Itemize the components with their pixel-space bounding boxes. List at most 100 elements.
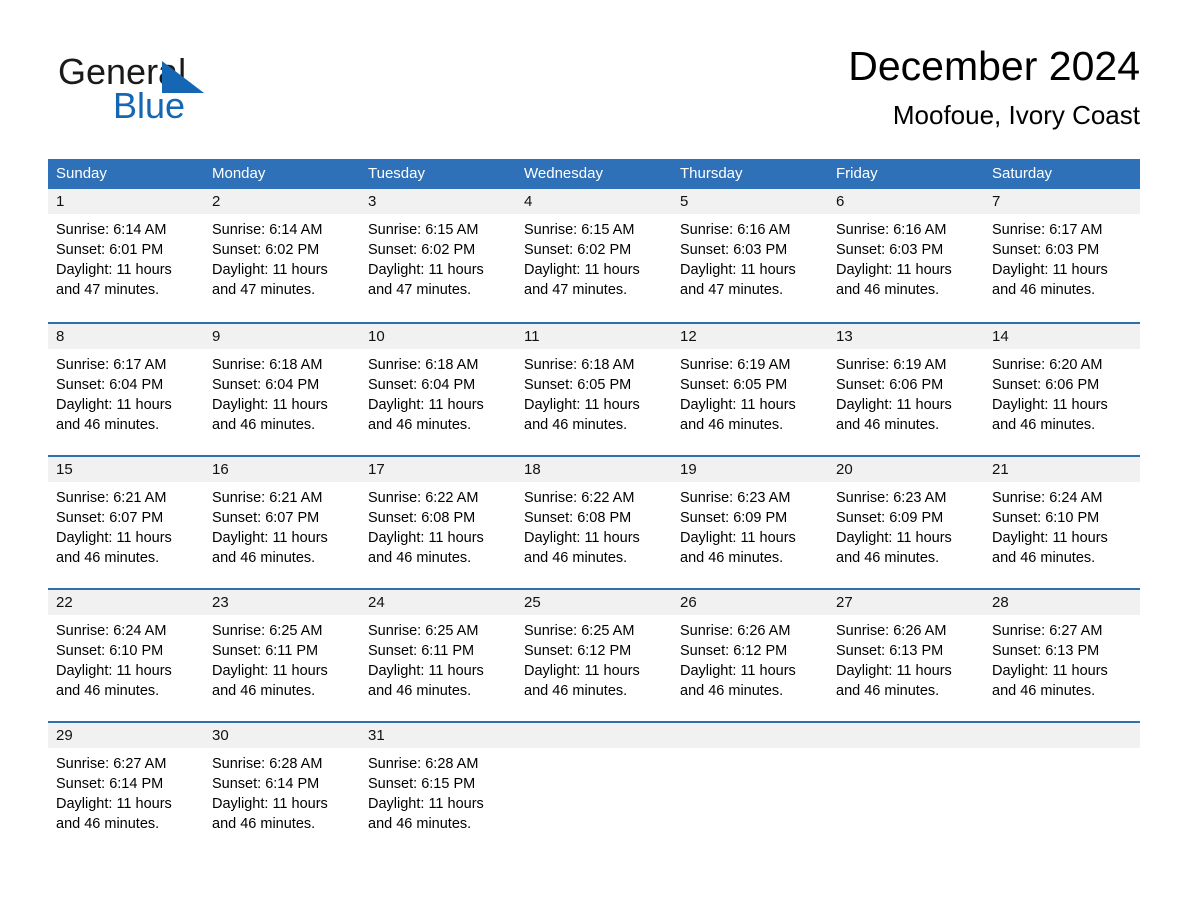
day-cell[interactable]: 13 Sunrise: 6:19 AM Sunset: 6:06 PM Dayl… bbox=[828, 324, 984, 455]
day-cell[interactable]: 15 Sunrise: 6:21 AM Sunset: 6:07 PM Dayl… bbox=[48, 457, 204, 588]
daylight-text-line2: and 46 minutes. bbox=[680, 683, 784, 699]
day-number: 9 bbox=[212, 328, 221, 345]
sunrise-text: Sunrise: 6:21 AM bbox=[212, 490, 323, 506]
daylight-text-line2: and 46 minutes. bbox=[836, 417, 940, 433]
day-number: 22 bbox=[56, 594, 73, 611]
sunrise-text: Sunrise: 6:26 AM bbox=[836, 623, 947, 639]
sunrise-text: Sunrise: 6:21 AM bbox=[56, 490, 167, 506]
weekday-header-monday: Monday bbox=[212, 165, 266, 182]
daylight-text-line2: and 46 minutes. bbox=[56, 816, 160, 832]
day-cell[interactable]: 1 Sunrise: 6:14 AM Sunset: 6:01 PM Dayli… bbox=[48, 189, 204, 322]
daylight-text-line1: Daylight: 11 hours bbox=[368, 796, 484, 812]
day-cell[interactable]: 29 Sunrise: 6:27 AM Sunset: 6:14 PM Dayl… bbox=[48, 723, 204, 836]
day-cell[interactable]: 22 Sunrise: 6:24 AM Sunset: 6:10 PM Dayl… bbox=[48, 590, 204, 721]
day-number-band: 19 bbox=[672, 457, 828, 482]
day-details: Sunrise: 6:27 AM Sunset: 6:13 PM Dayligh… bbox=[984, 615, 1140, 701]
daylight-text-line2: and 47 minutes. bbox=[212, 282, 316, 298]
daylight-text-line1: Daylight: 11 hours bbox=[368, 530, 484, 546]
day-number: 25 bbox=[524, 594, 541, 611]
week-row: 29 Sunrise: 6:27 AM Sunset: 6:14 PM Dayl… bbox=[48, 721, 1140, 836]
day-cell[interactable]: 7 Sunrise: 6:17 AM Sunset: 6:03 PM Dayli… bbox=[984, 189, 1140, 322]
day-details: Sunrise: 6:17 AM Sunset: 6:03 PM Dayligh… bbox=[984, 214, 1140, 300]
sunset-text: Sunset: 6:02 PM bbox=[368, 242, 476, 258]
day-cell[interactable]: 14 Sunrise: 6:20 AM Sunset: 6:06 PM Dayl… bbox=[984, 324, 1140, 455]
day-number: 18 bbox=[524, 461, 541, 478]
day-details: Sunrise: 6:27 AM Sunset: 6:14 PM Dayligh… bbox=[48, 748, 204, 834]
sunrise-text: Sunrise: 6:15 AM bbox=[368, 222, 479, 238]
day-number-band: 2 bbox=[204, 189, 360, 214]
day-cell[interactable]: 8 Sunrise: 6:17 AM Sunset: 6:04 PM Dayli… bbox=[48, 324, 204, 455]
day-cell[interactable]: 31 Sunrise: 6:28 AM Sunset: 6:15 PM Dayl… bbox=[360, 723, 516, 836]
day-cell[interactable]: 6 Sunrise: 6:16 AM Sunset: 6:03 PM Dayli… bbox=[828, 189, 984, 322]
daylight-text-line1: Daylight: 11 hours bbox=[680, 530, 796, 546]
day-number-band: 3 bbox=[360, 189, 516, 214]
day-cell[interactable]: 9 Sunrise: 6:18 AM Sunset: 6:04 PM Dayli… bbox=[204, 324, 360, 455]
day-cell[interactable]: 18 Sunrise: 6:22 AM Sunset: 6:08 PM Dayl… bbox=[516, 457, 672, 588]
sunrise-text: Sunrise: 6:22 AM bbox=[524, 490, 635, 506]
sunrise-text: Sunrise: 6:18 AM bbox=[212, 357, 323, 373]
daylight-text-line2: and 46 minutes. bbox=[56, 683, 160, 699]
daylight-text-line1: Daylight: 11 hours bbox=[368, 262, 484, 278]
day-cell[interactable]: 10 Sunrise: 6:18 AM Sunset: 6:04 PM Dayl… bbox=[360, 324, 516, 455]
day-details: Sunrise: 6:26 AM Sunset: 6:13 PM Dayligh… bbox=[828, 615, 984, 701]
sunrise-text: Sunrise: 6:25 AM bbox=[368, 623, 479, 639]
daylight-text-line1: Daylight: 11 hours bbox=[56, 530, 172, 546]
sunrise-text: Sunrise: 6:18 AM bbox=[368, 357, 479, 373]
daylight-text-line1: Daylight: 11 hours bbox=[836, 397, 952, 413]
day-number-band: 21 bbox=[984, 457, 1140, 482]
daylight-text-line1: Daylight: 11 hours bbox=[524, 663, 640, 679]
daylight-text-line1: Daylight: 11 hours bbox=[212, 262, 328, 278]
day-details: Sunrise: 6:26 AM Sunset: 6:12 PM Dayligh… bbox=[672, 615, 828, 701]
day-cell[interactable]: 23 Sunrise: 6:25 AM Sunset: 6:11 PM Dayl… bbox=[204, 590, 360, 721]
daylight-text-line1: Daylight: 11 hours bbox=[56, 397, 172, 413]
sunset-text: Sunset: 6:11 PM bbox=[368, 643, 475, 659]
daylight-text-line2: and 46 minutes. bbox=[836, 550, 940, 566]
day-cell[interactable]: 2 Sunrise: 6:14 AM Sunset: 6:02 PM Dayli… bbox=[204, 189, 360, 322]
day-number-band: 23 bbox=[204, 590, 360, 615]
day-number-band: 31 bbox=[360, 723, 516, 748]
sunset-text: Sunset: 6:07 PM bbox=[212, 510, 320, 526]
day-cell[interactable]: 30 Sunrise: 6:28 AM Sunset: 6:14 PM Dayl… bbox=[204, 723, 360, 836]
sunrise-text: Sunrise: 6:19 AM bbox=[836, 357, 947, 373]
day-cell[interactable]: 4 Sunrise: 6:15 AM Sunset: 6:02 PM Dayli… bbox=[516, 189, 672, 322]
sunrise-text: Sunrise: 6:27 AM bbox=[56, 756, 167, 772]
page-subtitle: Moofoue, Ivory Coast bbox=[892, 100, 1140, 130]
day-cell[interactable]: 12 Sunrise: 6:19 AM Sunset: 6:05 PM Dayl… bbox=[672, 324, 828, 455]
daylight-text-line1: Daylight: 11 hours bbox=[56, 796, 172, 812]
daylight-text-line1: Daylight: 11 hours bbox=[680, 262, 796, 278]
day-cell[interactable]: 11 Sunrise: 6:18 AM Sunset: 6:05 PM Dayl… bbox=[516, 324, 672, 455]
day-details: Sunrise: 6:18 AM Sunset: 6:04 PM Dayligh… bbox=[204, 349, 360, 435]
day-cell[interactable]: 20 Sunrise: 6:23 AM Sunset: 6:09 PM Dayl… bbox=[828, 457, 984, 588]
sunrise-text: Sunrise: 6:22 AM bbox=[368, 490, 479, 506]
daylight-text-line1: Daylight: 11 hours bbox=[524, 397, 640, 413]
day-cell[interactable]: 25 Sunrise: 6:25 AM Sunset: 6:12 PM Dayl… bbox=[516, 590, 672, 721]
day-cell-empty bbox=[516, 723, 672, 836]
day-number-band: 27 bbox=[828, 590, 984, 615]
sunset-text: Sunset: 6:05 PM bbox=[524, 377, 632, 393]
day-number-band: 7 bbox=[984, 189, 1140, 214]
day-cell[interactable]: 27 Sunrise: 6:26 AM Sunset: 6:13 PM Dayl… bbox=[828, 590, 984, 721]
title-block: December 2024 Moofoue, Ivory Coast bbox=[848, 40, 1140, 132]
day-number-band: 8 bbox=[48, 324, 204, 349]
day-cell[interactable]: 19 Sunrise: 6:23 AM Sunset: 6:09 PM Dayl… bbox=[672, 457, 828, 588]
day-number: 3 bbox=[368, 193, 377, 210]
day-number: 17 bbox=[368, 461, 385, 478]
day-cell[interactable]: 24 Sunrise: 6:25 AM Sunset: 6:11 PM Dayl… bbox=[360, 590, 516, 721]
daylight-text-line2: and 46 minutes. bbox=[212, 417, 316, 433]
day-number: 29 bbox=[56, 727, 73, 744]
day-number-band: 30 bbox=[204, 723, 360, 748]
sunrise-text: Sunrise: 6:23 AM bbox=[836, 490, 947, 506]
day-cell[interactable]: 3 Sunrise: 6:15 AM Sunset: 6:02 PM Dayli… bbox=[360, 189, 516, 322]
day-cell[interactable]: 26 Sunrise: 6:26 AM Sunset: 6:12 PM Dayl… bbox=[672, 590, 828, 721]
daylight-text-line1: Daylight: 11 hours bbox=[368, 663, 484, 679]
day-cell[interactable]: 17 Sunrise: 6:22 AM Sunset: 6:08 PM Dayl… bbox=[360, 457, 516, 588]
sunset-text: Sunset: 6:03 PM bbox=[680, 242, 788, 258]
day-cell[interactable]: 28 Sunrise: 6:27 AM Sunset: 6:13 PM Dayl… bbox=[984, 590, 1140, 721]
day-number: 15 bbox=[56, 461, 73, 478]
day-cell[interactable]: 16 Sunrise: 6:21 AM Sunset: 6:07 PM Dayl… bbox=[204, 457, 360, 588]
day-cell[interactable]: 5 Sunrise: 6:16 AM Sunset: 6:03 PM Dayli… bbox=[672, 189, 828, 322]
sunrise-text: Sunrise: 6:28 AM bbox=[212, 756, 323, 772]
page-header: General Blue December 2024 Moofoue, Ivor… bbox=[48, 40, 1140, 148]
sunset-text: Sunset: 6:06 PM bbox=[836, 377, 944, 393]
day-cell[interactable]: 21 Sunrise: 6:24 AM Sunset: 6:10 PM Dayl… bbox=[984, 457, 1140, 588]
